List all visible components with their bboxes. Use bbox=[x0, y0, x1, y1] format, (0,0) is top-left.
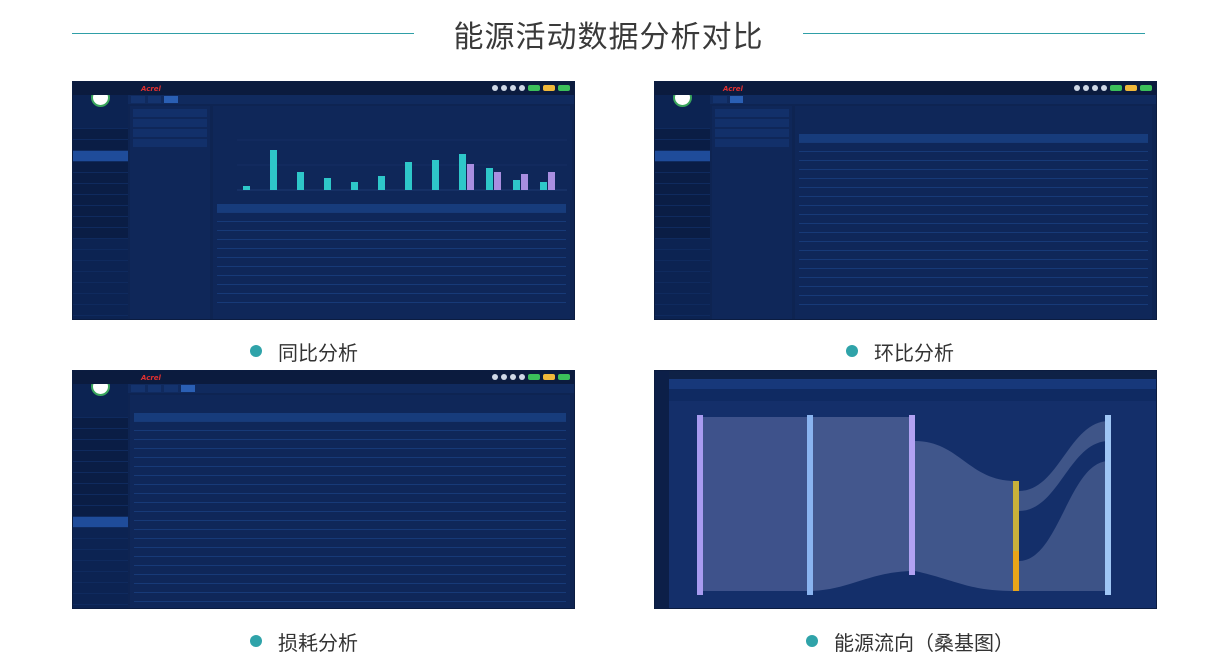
yoy-analysis-screenshot: Acrel bbox=[72, 81, 575, 320]
title-divider-right bbox=[803, 33, 1145, 34]
yoy-content bbox=[213, 106, 572, 319]
bullet-dot-icon bbox=[250, 635, 262, 647]
mom-content bbox=[795, 106, 1152, 319]
thumb-bar-b bbox=[521, 174, 528, 190]
thumb-bar-a bbox=[243, 186, 250, 190]
sankey-screenshot bbox=[654, 370, 1157, 609]
caption-yoy: 同比分析 bbox=[250, 336, 358, 366]
yoy-table bbox=[217, 204, 566, 303]
thumb-bar-a bbox=[270, 150, 277, 190]
sankey-diagram bbox=[697, 415, 1111, 595]
thumb-bar-b bbox=[467, 164, 474, 190]
loss-analysis-screenshot: Acrel bbox=[72, 370, 575, 609]
page-title: 能源活动数据分析对比 bbox=[453, 20, 764, 55]
page-header: 能源活动数据分析对比 bbox=[0, 0, 1217, 70]
thumb-bar-a bbox=[351, 182, 358, 190]
app-brand: Acrel bbox=[141, 84, 161, 93]
caption-mom: 环比分析 bbox=[846, 336, 954, 366]
yoy-bar-chart bbox=[217, 120, 572, 200]
thumb-bar-a bbox=[486, 168, 493, 190]
bullet-dot-icon bbox=[846, 345, 858, 357]
caption-loss: 损耗分析 bbox=[250, 626, 358, 656]
thumb-bar-b bbox=[548, 172, 555, 190]
thumb-bar-a bbox=[513, 180, 520, 190]
bullet-dot-icon bbox=[806, 635, 818, 647]
org-tree bbox=[712, 106, 792, 319]
mom-analysis-screenshot: Acrel bbox=[654, 81, 1157, 320]
thumb-bar-a bbox=[297, 172, 304, 190]
thumb-bar-a bbox=[459, 154, 466, 190]
thumb-bar-a bbox=[405, 162, 412, 190]
loss-content bbox=[130, 395, 570, 608]
org-tree bbox=[130, 106, 210, 319]
app-sidebar bbox=[73, 82, 128, 319]
thumb-bar-a bbox=[432, 160, 439, 190]
caption-sankey: 能源流向（桑基图） bbox=[806, 626, 1014, 656]
app-sidebar bbox=[655, 82, 710, 319]
mom-table bbox=[799, 134, 1148, 305]
app-sidebar bbox=[73, 371, 128, 608]
app-sidebar bbox=[655, 371, 669, 608]
thumb-bar-a bbox=[378, 176, 385, 190]
loss-table bbox=[134, 413, 566, 602]
thumb-bar-a bbox=[324, 178, 331, 190]
app-topbar: Acrel bbox=[73, 82, 574, 95]
thumb-bar-a bbox=[540, 182, 547, 190]
thumb-bar-b bbox=[494, 172, 501, 190]
bullet-dot-icon bbox=[250, 345, 262, 357]
